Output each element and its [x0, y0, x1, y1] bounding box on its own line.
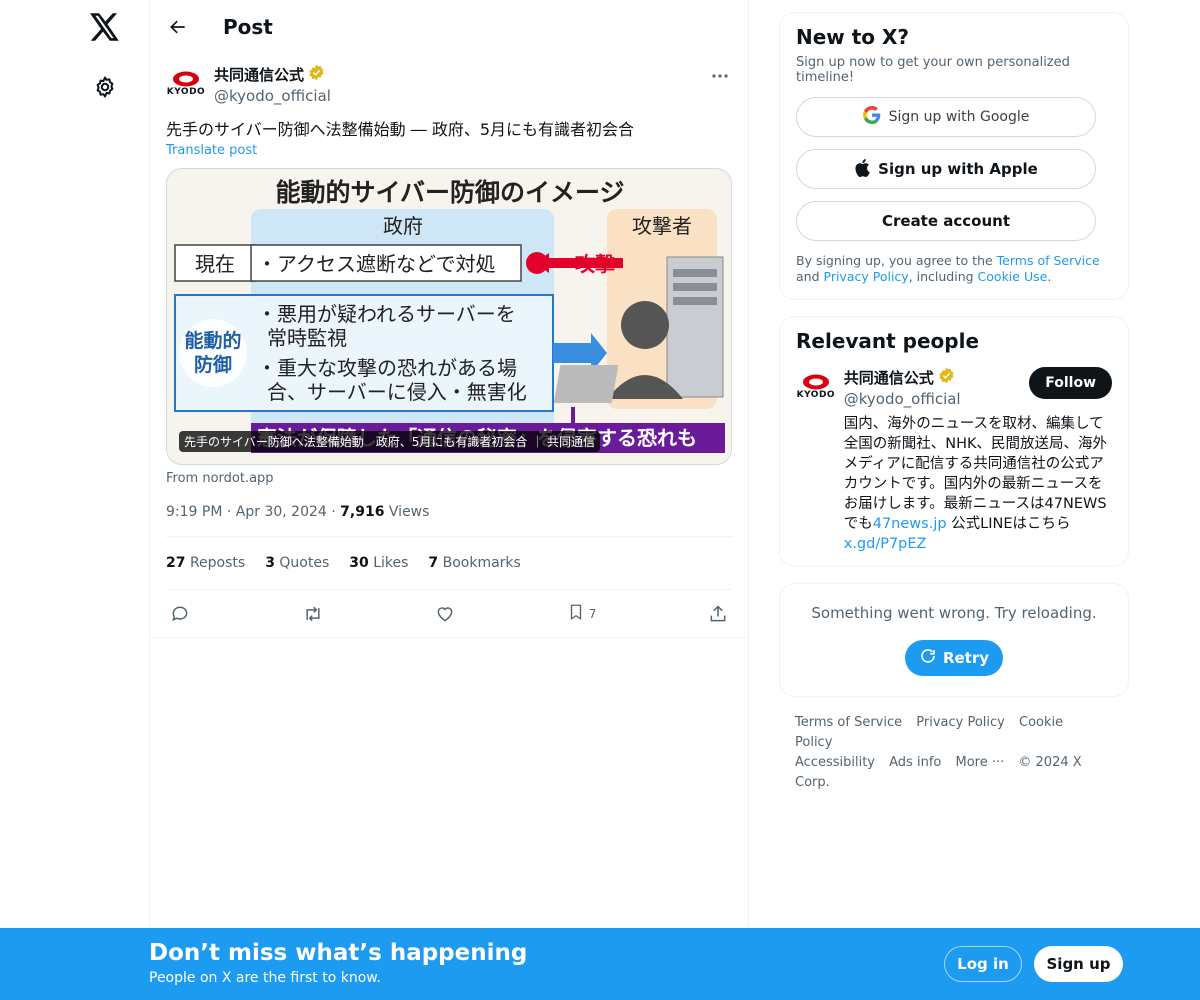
main-column: Post KYODO 共同通信公式 @kyodo_official 先手のサイバ… — [149, 0, 749, 1000]
engagement-stats: 27 Reposts 3 Quotes 30 Likes 7 Bookmarks — [166, 537, 732, 590]
person-avatar-text: KYODO — [796, 390, 836, 400]
post-time[interactable]: 9:19 PM — [166, 504, 222, 520]
card-attack-label: 攻撃 — [575, 252, 615, 276]
person-bio: 国内、海外のニュースを取材、編集して全国の新聞社、NHK、民間放送局、海外メディ… — [843, 416, 1107, 552]
card-label-government: 政府 — [383, 214, 423, 238]
relevant-people-box: Relevant people KYODO 共同通信公式 @kyodo_offi… — [779, 316, 1129, 567]
card-active-line2a: ・重大な攻撃の恐れがある場 — [257, 356, 517, 380]
card-label-active: 能動的 — [184, 329, 241, 352]
card-active-line2b: 合、サーバーに侵入・無害化 — [267, 380, 527, 404]
signup-subtitle: Sign up now to get your own personalized… — [796, 55, 1070, 85]
bookmark-count: 7 — [588, 606, 597, 621]
footer-more[interactable]: More ··· — [955, 755, 1004, 770]
card-caption: 先手のサイバー防御へ法整備始動 政府、5月にも有識者初会合 ｜ 共同通信 — [179, 431, 601, 452]
footer-ads[interactable]: Ads info — [889, 755, 941, 770]
page-header: Post — [150, 0, 748, 54]
translate-post-link[interactable]: Translate post — [166, 143, 732, 158]
like-icon[interactable] — [435, 604, 455, 624]
retry-button[interactable]: Retry — [905, 640, 1003, 676]
bio-link-47news[interactable]: 47news.jp — [873, 516, 947, 532]
card-label-current: 現在 — [195, 252, 235, 276]
footer-accessibility[interactable]: Accessibility — [795, 755, 875, 770]
verified-badge-icon — [938, 367, 955, 388]
cookie-link[interactable]: Cookie Use — [978, 269, 1048, 284]
bottom-bar-title: Don’t miss what’s happening — [149, 940, 528, 966]
post-text: 先手のサイバー防御へ法整備始動 ― 政府、5月にも有識者初会合 — [166, 120, 635, 139]
apple-signup-button[interactable]: Sign up with Apple — [796, 149, 1096, 189]
bio-link-line[interactable]: x.gd/P7pEZ — [844, 536, 927, 552]
google-signup-label: Sign up with Google — [888, 109, 1030, 125]
signup-button[interactable]: Sign up — [1034, 946, 1123, 982]
error-message: Something went wrong. Try reloading. — [811, 604, 1097, 622]
verified-badge-icon — [308, 64, 325, 85]
error-box: Something went wrong. Try reloading. Ret… — [779, 583, 1129, 697]
signup-legal-text: By signing up, you agree to the Terms of… — [796, 253, 1100, 284]
card-image-title: 能動的サイバー防御のイメージ — [275, 178, 624, 207]
views-label: Views — [388, 504, 430, 520]
bookmark-icon — [567, 602, 585, 625]
relevant-title: Relevant people — [796, 329, 980, 353]
card-label-attacker: 攻撃者 — [632, 214, 692, 238]
google-icon — [862, 106, 881, 128]
footer-links: Terms of Service Privacy Policy Cookie P… — [779, 713, 1129, 793]
google-signup-button[interactable]: Sign up with Google — [796, 97, 1096, 137]
reply-icon[interactable] — [170, 604, 190, 624]
login-button[interactable]: Log in — [944, 946, 1022, 982]
terms-link[interactable]: Terms of Service — [997, 253, 1100, 268]
x-logo-icon[interactable] — [88, 10, 122, 44]
page-title: Post — [223, 15, 273, 39]
link-card[interactable]: 能動的サイバー防御のイメージ 政府 攻撃者 現在 ・アクセス遮断などで対処 攻撃… — [166, 168, 732, 465]
card-image: 能動的サイバー防御のイメージ 政府 攻撃者 現在 ・アクセス遮断などで対処 攻撃… — [167, 169, 731, 464]
views-count: 7,916 — [340, 504, 385, 520]
card-active-line1b: 常時監視 — [267, 326, 347, 350]
person-avatar[interactable]: KYODO — [796, 367, 836, 407]
card-label-defense: 防御 — [194, 353, 232, 376]
more-options-icon[interactable] — [708, 66, 732, 86]
footer-terms[interactable]: Terms of Service — [795, 715, 902, 730]
reposts-stat[interactable]: 27 Reposts — [166, 555, 245, 571]
author-name[interactable]: 共同通信公式 — [214, 64, 304, 85]
share-icon[interactable] — [708, 604, 728, 624]
refresh-icon — [919, 647, 937, 669]
left-rail — [0, 0, 150, 1000]
avatar-text: KYODO — [166, 87, 206, 97]
author-row: KYODO 共同通信公式 @kyodo_official — [166, 64, 732, 105]
bottom-signup-bar: Don’t miss what’s happening People on X … — [0, 928, 1200, 1000]
apple-icon — [854, 158, 870, 181]
avatar[interactable]: KYODO — [166, 64, 206, 104]
author-handle[interactable]: @kyodo_official — [214, 87, 331, 105]
privacy-link[interactable]: Privacy Policy — [824, 269, 909, 284]
person-name[interactable]: 共同通信公式 — [844, 367, 934, 388]
gear-icon[interactable] — [90, 72, 120, 102]
action-bar: 7 — [150, 590, 748, 638]
card-source[interactable]: From nordot.app — [166, 471, 732, 486]
follow-button[interactable]: Follow — [1029, 367, 1112, 399]
post-date[interactable]: Apr 30, 2024 — [236, 504, 327, 520]
person-card[interactable]: KYODO 共同通信公式 @kyodo_official 国内、海外のニュースを… — [796, 367, 1112, 554]
post: KYODO 共同通信公式 @kyodo_official 先手のサイバー防御へ法… — [150, 54, 748, 638]
likes-stat[interactable]: 30 Likes — [349, 555, 408, 571]
create-account-button[interactable]: Create account — [796, 201, 1096, 241]
card-active-line1a: ・悪用が疑われるサーバーを — [257, 302, 516, 326]
signup-box: New to X? Sign up now to get your own pe… — [779, 12, 1129, 300]
repost-icon[interactable] — [302, 604, 324, 624]
bookmark-button[interactable]: 7 — [567, 602, 597, 625]
post-meta: 9:19 PM · Apr 30, 2024 · 7,916 Views — [166, 504, 732, 537]
footer-privacy[interactable]: Privacy Policy — [916, 715, 1005, 730]
bookmarks-stat[interactable]: 7 Bookmarks — [428, 555, 520, 571]
card-current-text: ・アクセス遮断などで対処 — [257, 252, 496, 276]
apple-signup-label: Sign up with Apple — [878, 160, 1038, 178]
signup-title: New to X? — [796, 25, 910, 49]
quotes-stat[interactable]: 3 Quotes — [265, 555, 329, 571]
bottom-bar-subtitle: People on X are the first to know. — [149, 970, 381, 986]
retry-label: Retry — [942, 649, 990, 667]
back-arrow-icon[interactable] — [150, 0, 206, 54]
right-sidebar: New to X? Sign up now to get your own pe… — [779, 12, 1129, 793]
